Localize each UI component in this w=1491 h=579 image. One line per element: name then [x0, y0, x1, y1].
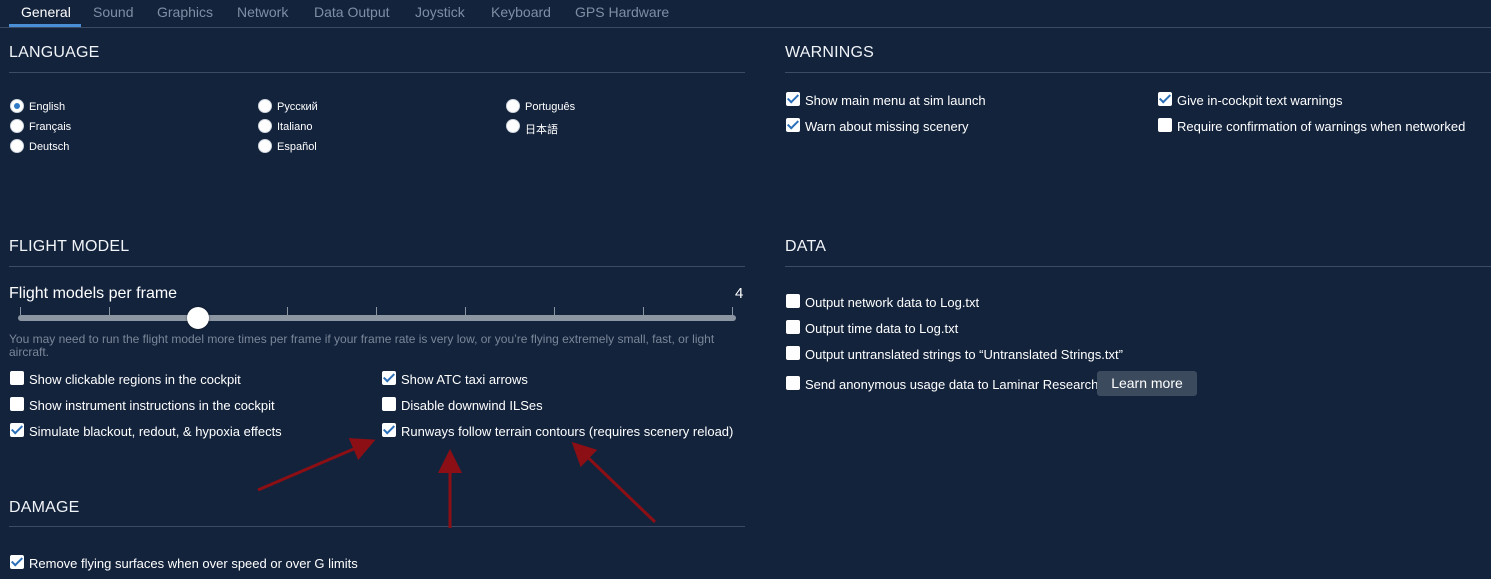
checkbox-atc-taxi-arrows[interactable]: [382, 371, 396, 385]
learn-more-button[interactable]: Learn more: [1097, 371, 1197, 396]
tab-graphics[interactable]: Graphics: [157, 4, 213, 20]
slider-tick: [287, 307, 288, 315]
warnings-title: WARNINGS: [785, 44, 875, 61]
checkbox-warn-missing-scenery-label: Warn about missing scenery: [805, 119, 969, 134]
slider-tick: [376, 307, 377, 315]
slider-label: Flight models per frame: [9, 285, 178, 302]
flight-models-slider[interactable]: [18, 315, 736, 321]
radio-espanol-label: Español: [277, 141, 317, 153]
radio-francais[interactable]: [10, 119, 24, 133]
slider-tick: [732, 307, 733, 315]
slider-handle[interactable]: [187, 307, 209, 329]
checkbox-remove-flying-surfaces-label: Remove flying surfaces when over speed o…: [29, 556, 358, 571]
flight-model-title: FLIGHT MODEL: [9, 238, 130, 255]
checkbox-anonymous-usage-label: Send anonymous usage data to Laminar Res…: [805, 377, 1099, 392]
checkbox-runways-follow-terrain-label: Runways follow terrain contours (require…: [401, 424, 734, 439]
slider-value: 4: [735, 285, 744, 302]
checkbox-in-cockpit-warnings-label: Give in-cockpit text warnings: [1177, 93, 1343, 108]
radio-italiano-label: Italiano: [277, 121, 313, 133]
slider-tick: [554, 307, 555, 315]
tab-data-output[interactable]: Data Output: [314, 4, 390, 20]
radio-english[interactable]: [10, 99, 24, 113]
slider-tick: [20, 307, 21, 315]
active-tab-indicator: [9, 24, 81, 27]
checkbox-output-time-data[interactable]: [786, 320, 800, 334]
checkbox-disable-downwind-ils[interactable]: [382, 397, 396, 411]
checkbox-in-cockpit-warnings[interactable]: [1158, 92, 1172, 106]
slider-tick: [465, 307, 466, 315]
radio-espanol[interactable]: [258, 139, 272, 153]
radio-deutsch-label: Deutsch: [29, 141, 70, 153]
checkbox-require-confirmation-label: Require confirmation of warnings when ne…: [1177, 119, 1466, 134]
radio-francais-label: Français: [29, 121, 72, 133]
checkbox-atc-taxi-arrows-label: Show ATC taxi arrows: [401, 372, 528, 387]
tab-joystick[interactable]: Joystick: [415, 4, 465, 20]
tab-bar: General Sound Graphics Network Data Outp…: [0, 0, 1491, 28]
annotation-arrow: [571, 441, 657, 524]
checkbox-blackout-effects[interactable]: [10, 423, 24, 437]
radio-portugues-label: Português: [525, 101, 576, 113]
language-divider: [9, 72, 745, 73]
radio-deutsch[interactable]: [10, 139, 24, 153]
data-title: DATA: [785, 238, 827, 255]
damage-title: DAMAGE: [9, 499, 80, 516]
checkbox-anonymous-usage[interactable]: [786, 376, 800, 390]
data-divider: [785, 266, 1491, 267]
checkbox-output-network-data[interactable]: [786, 294, 800, 308]
damage-divider: [9, 526, 745, 527]
checkbox-show-main-menu[interactable]: [786, 92, 800, 106]
radio-italiano[interactable]: [258, 119, 272, 133]
tab-keyboard[interactable]: Keyboard: [491, 4, 551, 20]
radio-japanese[interactable]: [506, 119, 520, 133]
checkbox-instrument-instructions[interactable]: [10, 397, 24, 411]
slider-tick: [109, 307, 110, 315]
checkbox-disable-downwind-ils-label: Disable downwind ILSes: [401, 398, 543, 413]
radio-russian[interactable]: [258, 99, 272, 113]
checkbox-clickable-regions-label: Show clickable regions in the cockpit: [29, 372, 241, 387]
checkbox-instrument-instructions-label: Show instrument instructions in the cock…: [29, 398, 275, 413]
radio-russian-label: Русский: [277, 101, 318, 113]
checkbox-remove-flying-surfaces[interactable]: [10, 555, 24, 569]
flight-model-divider: [9, 266, 745, 267]
tab-sound[interactable]: Sound: [93, 4, 133, 20]
checkbox-output-network-data-label: Output network data to Log.txt: [805, 295, 980, 310]
tab-gps-hardware[interactable]: GPS Hardware: [575, 4, 669, 20]
flight-model-hint: You may need to run the flight model mor…: [9, 332, 715, 359]
slider-tick: [643, 307, 644, 315]
checkbox-output-time-data-label: Output time data to Log.txt: [805, 321, 959, 336]
checkbox-blackout-effects-label: Simulate blackout, redout, & hypoxia eff…: [29, 424, 282, 439]
annotation-arrows: [257, 438, 657, 528]
checkbox-clickable-regions[interactable]: [10, 371, 24, 385]
warnings-divider: [785, 72, 1491, 73]
tab-general[interactable]: General: [21, 4, 71, 20]
language-title: LANGUAGE: [9, 44, 100, 61]
checkbox-require-confirmation[interactable]: [1158, 118, 1172, 132]
checkbox-warn-missing-scenery[interactable]: [786, 118, 800, 132]
radio-english-label: English: [29, 101, 66, 113]
radio-japanese-label: 日本語: [525, 124, 558, 136]
checkbox-output-untranslated-label: Output untranslated strings to “Untransl…: [805, 347, 1123, 362]
radio-portugues[interactable]: [506, 99, 520, 113]
checkbox-output-untranslated[interactable]: [786, 346, 800, 360]
annotation-arrow: [257, 438, 376, 492]
tab-network[interactable]: Network: [237, 4, 288, 20]
checkbox-show-main-menu-label: Show main menu at sim launch: [805, 93, 986, 108]
checkbox-runways-follow-terrain[interactable]: [382, 423, 396, 437]
